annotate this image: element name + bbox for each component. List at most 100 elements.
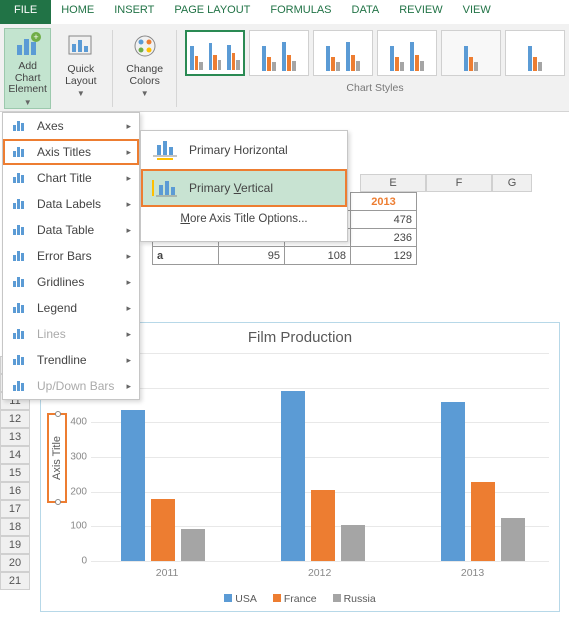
chart-style-1[interactable] xyxy=(185,30,245,76)
row-header[interactable]: 18 xyxy=(0,518,30,536)
menu-item-chart-title[interactable]: Chart Title▸ xyxy=(3,165,139,191)
chart-style-3[interactable] xyxy=(313,30,373,76)
x-tick-label: 2013 xyxy=(461,567,484,579)
chart-icon xyxy=(11,378,29,394)
quick-layout-label: Quick Layout xyxy=(59,64,102,87)
row-header[interactable]: 21 xyxy=(0,572,30,590)
bar-group xyxy=(441,402,525,561)
bar-russia[interactable] xyxy=(501,518,525,561)
row-header[interactable]: 15 xyxy=(0,464,30,482)
menu-item-label: Error Bars xyxy=(37,249,118,263)
row-header[interactable]: 12 xyxy=(0,410,30,428)
menu-item-label: Trendline xyxy=(37,353,118,367)
menu-item-label: Data Labels xyxy=(37,197,118,211)
tab-view[interactable]: VIEW xyxy=(453,0,501,24)
legend-item[interactable]: USA xyxy=(224,593,257,605)
row-header[interactable]: 19 xyxy=(0,536,30,554)
menu-item-axis-titles[interactable]: Axis Titles▸ xyxy=(3,139,139,165)
menu-item-data-labels[interactable]: Data Labels ▸ xyxy=(3,191,139,217)
bar-russia[interactable] xyxy=(181,529,205,561)
cell[interactable]: 236 xyxy=(351,229,417,247)
bar-usa[interactable] xyxy=(281,391,305,561)
tab-page-layout[interactable]: PAGE LAYOUT xyxy=(164,0,260,24)
row-header[interactable]: 17 xyxy=(0,500,30,518)
add-chart-element-menu: Axes▸Axis Titles▸Chart Title▸Data Labels… xyxy=(2,112,140,400)
bar-usa[interactable] xyxy=(441,402,465,561)
menu-item-legend[interactable]: Legend▸ xyxy=(3,295,139,321)
submenu-arrow-icon: ▸ xyxy=(126,251,131,262)
cell[interactable]: 129 xyxy=(351,247,417,265)
col-header[interactable]: E xyxy=(360,174,426,192)
change-colors-icon xyxy=(129,30,161,62)
change-colors-label: Change Colors xyxy=(123,64,166,87)
change-colors-button[interactable]: Change Colors ▼ xyxy=(121,28,168,109)
tab-file[interactable]: FILE xyxy=(0,0,51,24)
row-header[interactable]: 16 xyxy=(0,482,30,500)
chart-style-5[interactable] xyxy=(441,30,501,76)
menu-item-error-bars[interactable]: Error Bars ▸ xyxy=(3,243,139,269)
menu-item-label: Lines xyxy=(37,327,118,341)
bar-russia[interactable] xyxy=(341,525,365,561)
menu-item-axes[interactable]: Axes▸ xyxy=(3,113,139,139)
chart-icon xyxy=(11,326,29,342)
tab-home[interactable]: HOME xyxy=(51,0,104,24)
row-header[interactable]: 14 xyxy=(0,446,30,464)
col-header[interactable]: F xyxy=(426,174,492,192)
chart-style-2[interactable] xyxy=(249,30,309,76)
primary-vertical-item[interactable]: Primary Vertical xyxy=(141,169,347,207)
row-header[interactable]: 13 xyxy=(0,428,30,446)
x-tick-label: 2011 xyxy=(156,567,179,579)
chart-legend[interactable]: USA France Russia xyxy=(41,593,559,605)
y-tick-label: 100 xyxy=(70,521,87,532)
chart-icon xyxy=(11,222,29,238)
primary-horizontal-label: Primary Horizontal xyxy=(189,143,288,157)
bar-usa[interactable] xyxy=(121,410,145,561)
tab-data[interactable]: DATA xyxy=(342,0,390,24)
x-tick-label: 2012 xyxy=(308,567,331,579)
ribbon-tabs: FILE HOME INSERT PAGE LAYOUT FORMULAS DA… xyxy=(0,0,569,24)
cell-year[interactable]: 2013 xyxy=(351,193,417,211)
horizontal-axis-icon xyxy=(151,139,179,161)
cell[interactable]: 478 xyxy=(351,211,417,229)
chart-plot-area: 0100200300400500600 xyxy=(91,353,549,561)
chart-icon xyxy=(11,300,29,316)
tab-formulas[interactable]: FORMULAS xyxy=(260,0,341,24)
more-axis-title-options[interactable]: More Axis Title Options... xyxy=(141,207,347,231)
primary-horizontal-item[interactable]: Primary Horizontal xyxy=(141,131,347,169)
y-tick-label: 300 xyxy=(70,452,87,463)
legend-item[interactable]: Russia xyxy=(333,593,376,605)
bar-france[interactable] xyxy=(311,490,335,561)
chart-styles-gallery: Chart Styles xyxy=(185,28,565,109)
menu-item-trendline[interactable]: Trendline ▸ xyxy=(3,347,139,373)
col-header[interactable]: G xyxy=(492,174,532,192)
tab-review[interactable]: REVIEW xyxy=(389,0,452,24)
cell[interactable]: a xyxy=(153,247,219,265)
submenu-arrow-icon: ▸ xyxy=(126,355,131,366)
row-header[interactable]: 20 xyxy=(0,554,30,572)
submenu-arrow-icon: ▸ xyxy=(126,225,131,236)
bar-france[interactable] xyxy=(151,499,175,561)
tab-insert[interactable]: INSERT xyxy=(104,0,164,24)
cell[interactable]: 95 xyxy=(219,247,285,265)
x-axis-labels: 2011 2012 2013 xyxy=(91,567,549,579)
quick-layout-button[interactable]: Quick Layout ▼ xyxy=(57,28,104,109)
legend-item[interactable]: France xyxy=(273,593,317,605)
bar-france[interactable] xyxy=(471,482,495,561)
submenu-arrow-icon: ▸ xyxy=(126,147,131,158)
add-chart-element-button[interactable]: + Add Chart Element ▼ xyxy=(4,28,51,109)
chart-style-6[interactable] xyxy=(505,30,565,76)
menu-item-gridlines[interactable]: Gridlines▸ xyxy=(3,269,139,295)
chart-icon xyxy=(11,274,29,290)
chart-icon xyxy=(11,170,29,186)
chart-styles-label: Chart Styles xyxy=(185,78,565,94)
vertical-axis-icon xyxy=(151,177,179,199)
submenu-arrow-icon: ▸ xyxy=(126,199,131,210)
ribbon-content: + Add Chart Element ▼ Quick Layout ▼ Cha… xyxy=(0,24,569,112)
cell[interactable]: 108 xyxy=(285,247,351,265)
chart-style-4[interactable] xyxy=(377,30,437,76)
chart-icon xyxy=(11,144,29,160)
menu-item-data-table[interactable]: Data Table ▸ xyxy=(3,217,139,243)
menu-item-label: Data Table xyxy=(37,223,118,237)
bar-group xyxy=(121,410,205,561)
y-tick-label: 200 xyxy=(70,486,87,497)
